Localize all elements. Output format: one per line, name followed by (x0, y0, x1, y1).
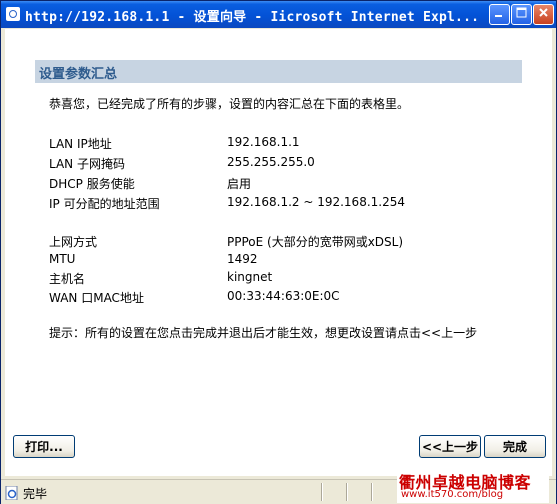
hint-text: 提示：所有的设置在您点击完成并退出后才能生效，想更改设置请点击<<上一步 (49, 326, 478, 340)
hostname-value: kingnet (227, 270, 273, 284)
window-title: http://192.168.1.1 - 设置向导 - Iicrosoft In… (25, 10, 480, 25)
ip-range-value: 192.168.1.2 ~ 192.168.1.254 (227, 195, 405, 209)
lan-mask-value: 255.255.255.0 (227, 155, 315, 169)
lan-ip-value: 192.168.1.1 (227, 135, 300, 149)
maximize-button[interactable] (511, 4, 532, 25)
maximize-icon (516, 7, 527, 22)
lan-ip-label: LAN IP地址 (49, 137, 112, 151)
ie-window: http://192.168.1.1 - 设置向导 - Iicrosoft In… (0, 0, 557, 504)
finish-button[interactable]: 完成 (484, 435, 546, 458)
mtu-value: 1492 (227, 252, 258, 266)
status-divider (371, 483, 373, 501)
mtu-label: MTU (49, 252, 76, 266)
watermark: 衢州卓越电脑博客 www.it570.com/blog (397, 467, 549, 503)
status-text: 完毕 (23, 487, 48, 501)
close-button[interactable] (533, 4, 554, 25)
minimize-icon (494, 7, 505, 22)
wan-type-value: PPPoE (大部分的宽带网或xDSL) (227, 235, 404, 249)
section-header: 设置参数汇总 (35, 60, 522, 83)
wan-type-label: 上网方式 (49, 235, 98, 249)
dhcp-value: 启用 (227, 177, 252, 191)
status-divider (346, 483, 348, 501)
ie-page-icon (5, 485, 19, 501)
print-button[interactable]: 打印... (13, 435, 75, 458)
intro-text: 恭喜您，已经完成了所有的步骤，设置的内容汇总在下面的表格里。 (49, 97, 410, 111)
page-content: 设置参数汇总 恭喜您，已经完成了所有的步骤，设置的内容汇总在下面的表格里。 LA… (5, 29, 552, 476)
back-button[interactable]: <<上一步 (419, 435, 481, 458)
wan-mac-label: WAN 口MAC地址 (49, 291, 144, 305)
close-icon (538, 7, 549, 22)
dhcp-label: DHCP 服务使能 (49, 177, 135, 191)
watermark-url: www.it570.com/blog (401, 489, 504, 500)
ip-range-label: IP 可分配的地址范围 (49, 197, 160, 211)
wan-mac-value: 00:33:44:63:0E:0C (227, 289, 340, 303)
hostname-label: 主机名 (49, 272, 86, 286)
section-title: 设置参数汇总 (39, 67, 118, 82)
ie-page-icon (6, 7, 20, 21)
minimize-button[interactable] (489, 4, 510, 25)
lan-mask-label: LAN 子网掩码 (49, 157, 125, 171)
title-bar[interactable]: http://192.168.1.1 - 设置向导 - Iicrosoft In… (1, 1, 556, 28)
status-divider (321, 483, 323, 501)
